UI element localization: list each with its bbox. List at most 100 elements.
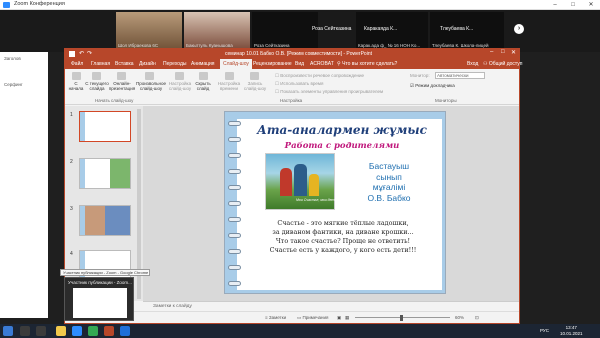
custom-slideshow-button[interactable]: Произвольное слайд-шоу: [136, 81, 166, 91]
tab-design[interactable]: Дизайн: [139, 61, 156, 67]
play-from-start-icon: [72, 72, 81, 80]
slide-number: 1: [70, 112, 73, 118]
sorter-view-icon[interactable]: ▦: [345, 315, 349, 321]
window-preview[interactable]: Участник публикации - Zoom...: [64, 277, 134, 321]
save-icon[interactable]: [69, 51, 75, 57]
slide-thumbnail[interactable]: [79, 205, 131, 236]
tab-insert[interactable]: Вставка: [115, 61, 134, 67]
clock[interactable]: 13:47 10.01.2021: [560, 325, 583, 337]
tab-slideshow[interactable]: Слайд-шоу: [220, 59, 252, 69]
participant-video[interactable]: Бакытгуль Куанышова: [184, 12, 250, 50]
zoom-logo-icon: [3, 2, 10, 8]
zoom-slider-thumb[interactable]: [400, 314, 403, 321]
family-photo: Мои Счастье, мои дети: [265, 153, 336, 210]
narration-checkbox[interactable]: ☐ Воспроизвести речевое сопровождение: [275, 73, 364, 78]
binder-ring-icon: [228, 153, 241, 158]
hide-slide-icon: [199, 72, 208, 80]
record-icon: [250, 72, 259, 80]
zoom-window-title: Zoom Конференция: [14, 1, 65, 7]
hide-slide-button[interactable]: Скрыть слайд: [191, 81, 215, 91]
minimize-button[interactable]: –: [546, 0, 564, 10]
notes-button[interactable]: ≡ Заметки: [265, 315, 286, 320]
tab-file[interactable]: Файл: [71, 61, 83, 67]
input-language[interactable]: РУС: [540, 328, 549, 333]
ppt-maximize-button[interactable]: □: [501, 49, 505, 55]
tab-home[interactable]: Главная: [91, 61, 110, 67]
group-start-slideshow: Начать слайд-шоу: [95, 98, 134, 103]
binder-ring-icon: [228, 201, 241, 206]
fit-slide-icon[interactable]: ⊡: [475, 315, 479, 321]
comments-button[interactable]: ▭ Примечания: [297, 315, 329, 321]
share-button[interactable]: ⚇ Общий доступ: [483, 61, 522, 67]
search-icon[interactable]: [20, 326, 30, 336]
use-timings-checkbox[interactable]: ☐ Использовать время: [275, 81, 323, 86]
task-view-icon[interactable]: [36, 326, 46, 336]
binder-ring-icon: [228, 233, 241, 238]
maximize-button[interactable]: □: [564, 0, 582, 10]
binder-ring-icon: [228, 281, 241, 286]
from-current-slide-button[interactable]: С текущего слайда: [85, 81, 109, 91]
from-beginning-button[interactable]: С начала: [67, 81, 85, 91]
notes-placeholder: Заметки к слайду: [153, 304, 192, 309]
play-from-current-icon: [92, 72, 101, 80]
slide-thumbnail[interactable]: [79, 111, 131, 142]
online-present-icon: [117, 72, 126, 80]
tab-view[interactable]: Вид: [295, 61, 304, 67]
setup-icon: [175, 72, 184, 80]
sign-in-link[interactable]: Вход: [467, 61, 478, 67]
shared-desktop-left: Заголов Серфинг: [0, 52, 48, 318]
group-setup: Настройка: [280, 98, 303, 103]
slide-number: 4: [70, 251, 73, 257]
tab-transitions[interactable]: Переходы: [163, 61, 186, 67]
normal-view-icon[interactable]: ▣: [337, 315, 341, 321]
participant-tile[interactable]: Роза Сейтказина Роза Сейтказина: [252, 12, 351, 50]
zoom-level[interactable]: 60%: [455, 315, 464, 320]
notes-pane[interactable]: Заметки к слайду: [143, 301, 519, 311]
zoom-app-icon[interactable]: [72, 326, 82, 336]
participant-tile[interactable]: Каракаяда К... Карак.ада ф_ № 16 НОН Ко.…: [356, 12, 428, 50]
tab-review[interactable]: Рецензирование: [253, 61, 292, 67]
undo-icon[interactable]: ↶: [79, 50, 84, 57]
tab-animations[interactable]: Анимация: [191, 61, 214, 67]
participant-tile[interactable]: Тлеубаева К... Тлеубаева К. Школа-лицей: [430, 12, 504, 50]
monitor-select[interactable]: Автоматически: [435, 72, 485, 79]
presenter-view-checkbox[interactable]: ☑ Режим докладчика: [410, 83, 455, 88]
binder-ring-icon: [228, 265, 241, 270]
chrome-icon[interactable]: [88, 326, 98, 336]
word-icon[interactable]: [120, 326, 130, 336]
tell-me-search[interactable]: ⚲ Что вы хотите сделать?: [337, 61, 397, 67]
tab-acrobat[interactable]: ACROBAT: [310, 61, 334, 67]
slide-thumbnail[interactable]: [79, 158, 131, 189]
redo-icon[interactable]: ↷: [87, 50, 92, 57]
binder-ring-icon: [228, 249, 241, 254]
next-page-icon[interactable]: ›: [514, 24, 524, 34]
start-icon[interactable]: [3, 326, 13, 336]
binder-ring-icon: [228, 185, 241, 190]
online-presentation-button[interactable]: Онлайн-презентация: [108, 81, 136, 91]
binder-ring-icon: [228, 137, 241, 142]
ribbon-tabs: Файл Главная Вставка Дизайн Переходы Ани…: [65, 59, 522, 69]
preview-thumbnail: [73, 288, 127, 318]
slide-title: Ата-аналармен жұмыс: [257, 123, 427, 137]
ppt-window-title: семинар 10.01 Бабко О.В. [Режим совмести…: [225, 50, 372, 57]
powerpoint-icon[interactable]: [104, 326, 114, 336]
participant-strip: Шол Ибраекова 6С Бакытгуль Куанышова Роз…: [0, 10, 600, 52]
person-figure: [309, 174, 319, 196]
ppt-close-button[interactable]: ✕: [511, 49, 516, 56]
custom-show-icon: [145, 72, 154, 80]
slide-subtitle: Работа с родителями: [284, 141, 400, 151]
media-controls-checkbox[interactable]: ☐ Показать элементы управления проигрыва…: [275, 89, 383, 94]
rehearse-timings-icon: [225, 72, 234, 80]
group-monitors: Мониторы: [435, 98, 457, 103]
slide-poem: Счастье - это мягкие тёплые ладошки, за …: [269, 219, 417, 254]
rehearse-timings-button[interactable]: Настройка времени: [215, 81, 243, 91]
participant-video[interactable]: Шол Ибраекова 6С: [116, 12, 182, 50]
setup-slideshow-button[interactable]: Настройка слайд-шоу: [167, 81, 193, 91]
close-button[interactable]: ✕: [582, 0, 600, 10]
ppt-minimize-button[interactable]: –: [490, 49, 493, 55]
file-explorer-icon[interactable]: [56, 326, 66, 336]
preview-title: Участник публикации - Zoom...: [68, 280, 132, 285]
record-slideshow-button[interactable]: Запись слайд-шоу: [242, 81, 268, 91]
taskbar-tooltip: Участник публикации - Zoom - Google Chro…: [60, 269, 150, 276]
slide-number: 3: [70, 206, 73, 212]
